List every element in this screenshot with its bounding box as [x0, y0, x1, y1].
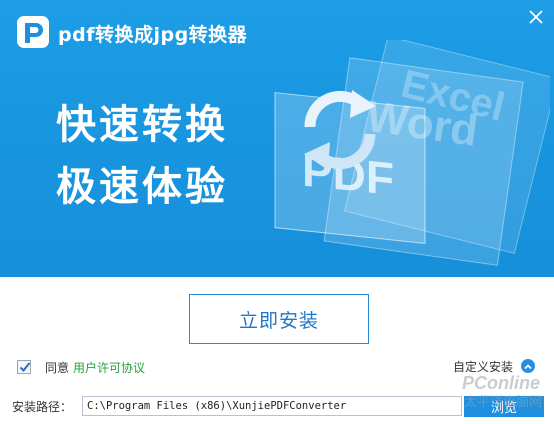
browse-button[interactable]: 浏览: [464, 396, 544, 417]
chevron-up-icon[interactable]: [521, 359, 536, 373]
custom-install-toggle[interactable]: 自定义安装: [453, 357, 536, 375]
app-title: pdf转换成jpg转换器: [58, 24, 248, 46]
custom-install-label[interactable]: 自定义安装: [453, 358, 513, 375]
agreement-row: 同意 用户许可协议: [17, 358, 145, 376]
header-banner: pdf转换成jpg转换器 快速转换 极速体验 Excel Word PDF: [0, 0, 554, 277]
agree-label: 同意: [45, 360, 70, 375]
agree-checkbox[interactable]: [17, 360, 31, 374]
watermark-text: PConline: [462, 373, 540, 393]
close-icon[interactable]: [525, 6, 547, 28]
app-logo-icon: [17, 16, 49, 48]
install-path-input[interactable]: [82, 396, 462, 416]
slogan-line-1: 快速转换: [56, 102, 228, 148]
license-agreement-link[interactable]: 用户许可协议: [73, 359, 145, 376]
install-path-label: 安装路径：: [12, 400, 73, 414]
install-now-button[interactable]: 立即安装: [189, 294, 369, 344]
slogan-line-2: 极速体验: [56, 164, 228, 210]
checkmark-icon: [19, 362, 31, 372]
document-stack-illustration: Excel Word PDF: [274, 40, 550, 266]
